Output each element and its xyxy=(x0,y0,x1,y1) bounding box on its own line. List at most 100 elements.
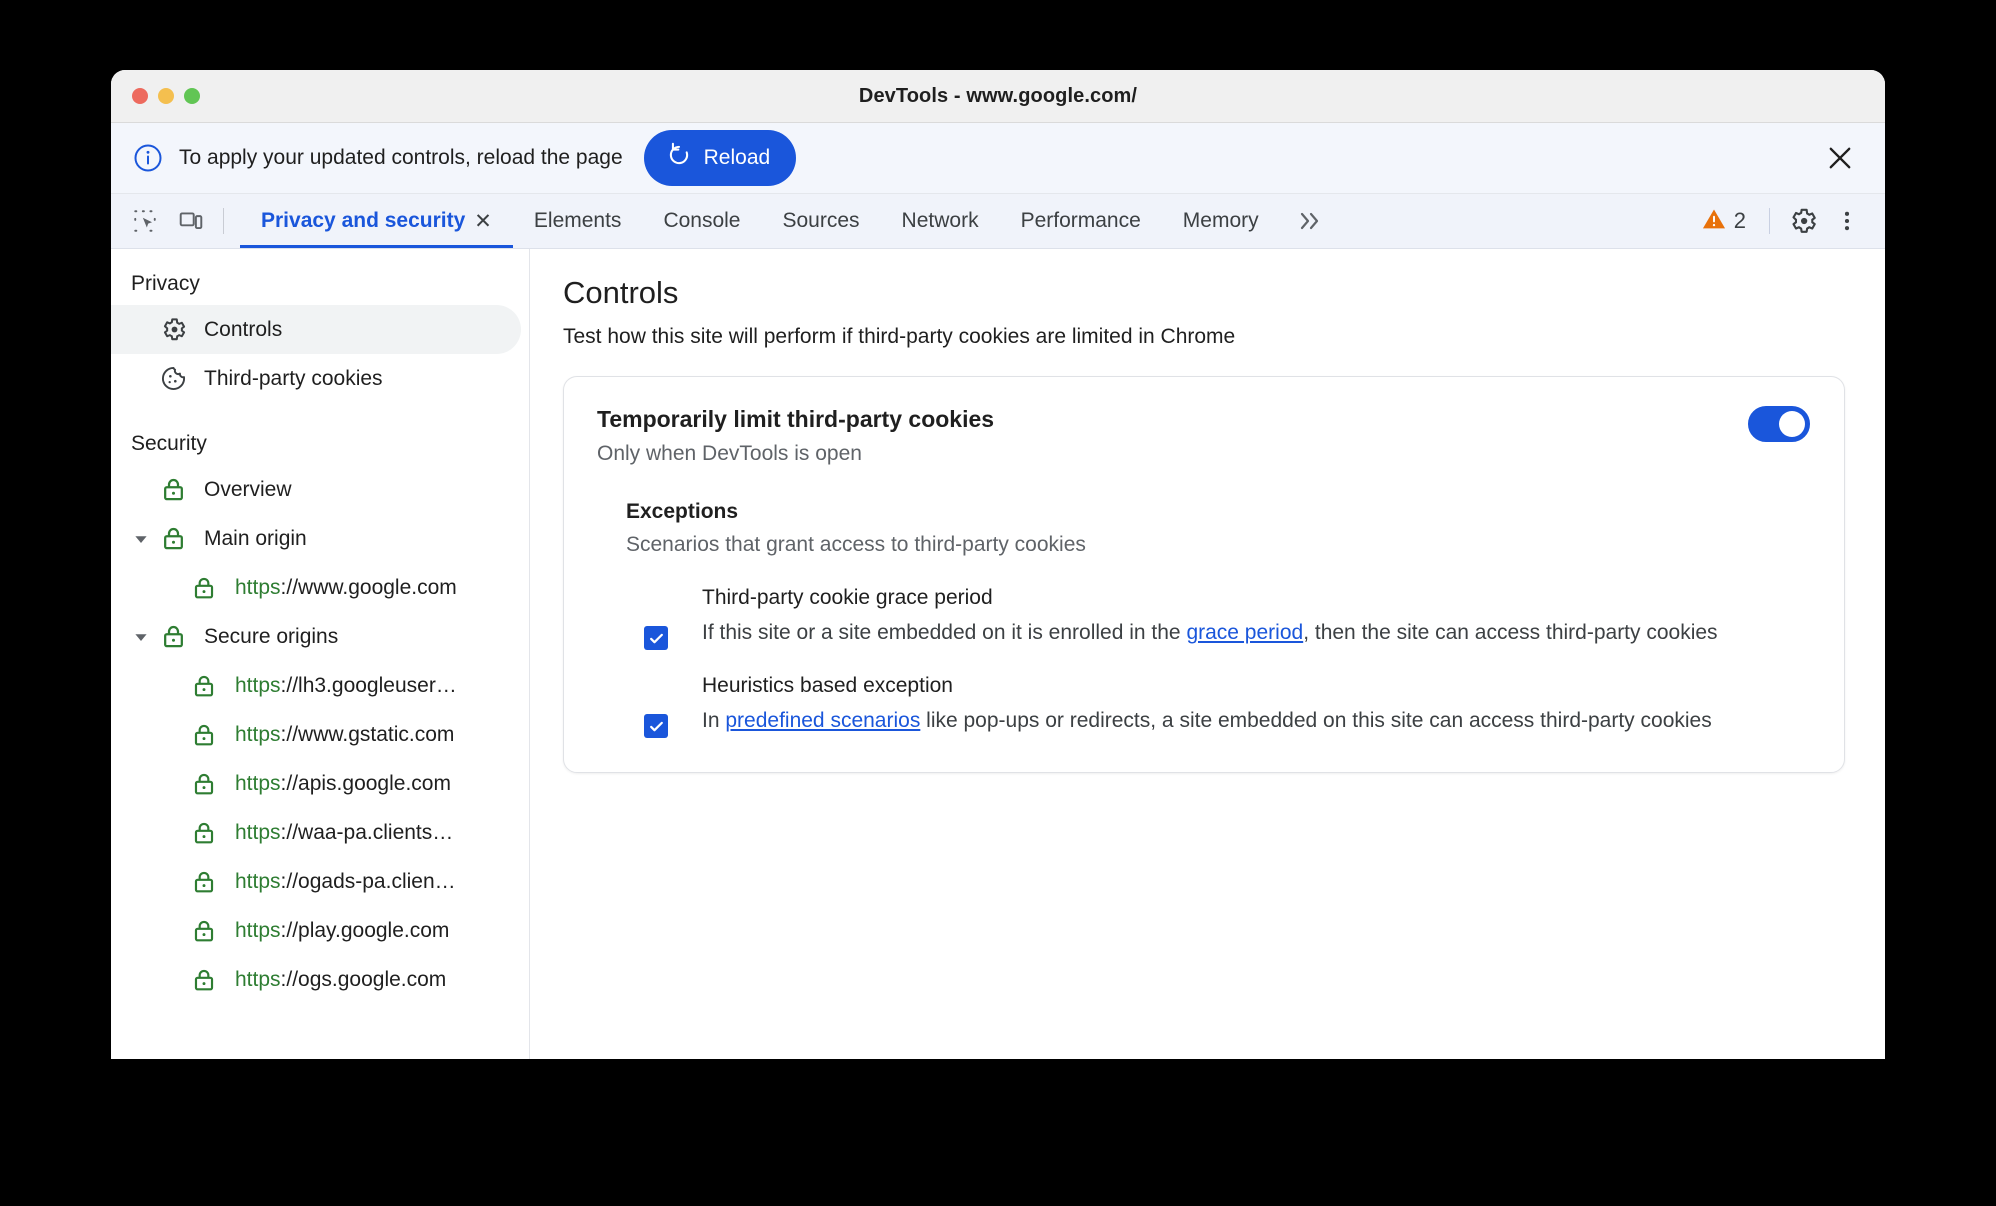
lock-icon xyxy=(158,622,188,652)
tab-label: Elements xyxy=(533,209,622,232)
lock-icon xyxy=(189,769,219,799)
exception-text-before: If this site or a site embedded on it is… xyxy=(702,621,1187,644)
exception-description: If this site or a site embedded on it is… xyxy=(702,619,1810,647)
tab-close-icon[interactable]: ✕ xyxy=(474,211,492,232)
devtools-window: DevTools - www.google.com/ To apply your… xyxy=(111,70,1885,1059)
sidebar-item-origin-www-google-com[interactable]: https://www.google.com xyxy=(111,563,529,612)
more-tabs-icon[interactable] xyxy=(1280,194,1340,248)
sidebar-item-label: Main origin xyxy=(204,526,307,550)
tab-label: Privacy and security xyxy=(261,209,466,232)
chevron-down-icon[interactable] xyxy=(130,626,152,648)
maximize-window-button[interactable] xyxy=(184,88,200,104)
sidebar-section-privacy: Privacy xyxy=(131,272,200,295)
reload-icon xyxy=(666,142,692,174)
exception-body: Heuristics based exception In predefined… xyxy=(702,674,1810,738)
page-title: Controls xyxy=(563,275,679,310)
chevron-down-icon[interactable] xyxy=(130,528,152,550)
tabbar-left-tools xyxy=(111,194,240,248)
tab-privacy-and-security[interactable]: Privacy and security ✕ xyxy=(240,194,513,248)
sidebar-item-main-origin[interactable]: Main origin xyxy=(111,514,529,563)
sidebar-item-secure-origins[interactable]: Secure origins xyxy=(111,612,529,661)
device-toolbar-icon[interactable] xyxy=(171,201,211,241)
sidebar-item-label: https://apis.google.com xyxy=(235,771,451,795)
sidebar-item-label: https://ogs.google.com xyxy=(235,967,447,991)
limit-third-party-cookies-toggle[interactable] xyxy=(1748,406,1810,442)
predefined-scenarios-link[interactable]: predefined scenarios xyxy=(725,709,920,732)
sidebar-item-origin-ogads-pa-clients[interactable]: https://ogads-pa.clien… xyxy=(111,857,529,906)
warning-count-button[interactable]: 2 xyxy=(1691,206,1756,237)
exception-name: Heuristics based exception xyxy=(702,674,953,697)
gear-icon[interactable] xyxy=(1783,201,1823,241)
sidebar-item-label: https://www.gstatic.com xyxy=(235,722,455,746)
sidebar-item-origin-www-gstatic-com[interactable]: https://www.gstatic.com xyxy=(111,710,529,759)
card-title: Temporarily limit third-party cookies xyxy=(597,406,995,432)
tab-performance[interactable]: Performance xyxy=(1000,194,1162,248)
tab-label: Sources xyxy=(782,209,860,232)
sidebar-item-label: Secure origins xyxy=(204,624,339,648)
sidebar-item-origin-ogs-google-com[interactable]: https://ogs.google.com xyxy=(111,955,529,1004)
exceptions-title: Exceptions xyxy=(626,500,739,523)
lock-icon xyxy=(158,524,188,554)
sidebar-item-label: https://ogads-pa.clien… xyxy=(235,869,456,893)
grace-period-link[interactable]: grace period xyxy=(1186,621,1303,644)
sidebar-item-label: https://play.google.com xyxy=(235,918,450,942)
sidebar-item-origin-waa-pa-clients[interactable]: https://waa-pa.clients… xyxy=(111,808,529,857)
tab-console[interactable]: Console xyxy=(642,194,761,248)
sidebar-item-label: https://waa-pa.clients… xyxy=(235,820,454,844)
sidebar-item-controls[interactable]: Controls xyxy=(111,305,521,354)
exception-name: Third-party cookie grace period xyxy=(702,586,993,609)
tab-memory[interactable]: Memory xyxy=(1162,194,1280,248)
tabbar-right-divider xyxy=(1769,208,1770,234)
tab-elements[interactable]: Elements xyxy=(513,194,643,248)
sidebar-item-third-party-cookies[interactable]: Third-party cookies xyxy=(111,354,529,403)
sidebar-section-security: Security xyxy=(131,432,207,455)
tab-network[interactable]: Network xyxy=(881,194,1000,248)
close-icon[interactable] xyxy=(1823,141,1857,175)
lock-icon xyxy=(189,965,219,995)
lock-icon xyxy=(189,720,219,750)
reload-notification-banner: To apply your updated controls, reload t… xyxy=(111,123,1885,194)
exception-text-after: like pop-ups or redirects, a site embedd… xyxy=(920,709,1712,732)
sidebar-item-overview[interactable]: Overview xyxy=(111,465,529,514)
more-vertical-icon[interactable] xyxy=(1827,201,1867,241)
sidebar-item-label: https://lh3.googleuser… xyxy=(235,673,457,697)
exceptions-subtitle: Scenarios that grant access to third-par… xyxy=(626,533,1086,556)
sidebar-item-origin-lh3-googleusercontent[interactable]: https://lh3.googleuser… xyxy=(111,661,529,710)
exception-text-before: In xyxy=(702,709,726,732)
tab-label: Network xyxy=(901,209,979,232)
tab-sources[interactable]: Sources xyxy=(762,194,881,248)
tab-label: Console xyxy=(663,209,741,232)
inspect-element-icon[interactable] xyxy=(125,201,165,241)
sidebar-item-origin-play-google-com[interactable]: https://play.google.com xyxy=(111,906,529,955)
exception-text-after: , then the site can access third-party c… xyxy=(1303,621,1718,644)
exception-grace-period: Third-party cookie grace period If this … xyxy=(626,586,1810,650)
card-header-text: Temporarily limit third-party cookies On… xyxy=(597,406,1748,466)
traffic-lights xyxy=(132,88,200,104)
page-subtitle: Test how this site will perform if third… xyxy=(563,325,1236,348)
reload-button[interactable]: Reload xyxy=(643,130,797,186)
warning-count: 2 xyxy=(1733,208,1746,233)
lock-icon xyxy=(189,867,219,897)
checkbox-column xyxy=(644,586,702,650)
tab-list: Privacy and security ✕ Elements Console … xyxy=(240,194,1340,248)
tabbar-divider xyxy=(223,208,224,234)
sidebar-item-origin-apis-google-com[interactable]: https://apis.google.com xyxy=(111,759,529,808)
banner-message: To apply your updated controls, reload t… xyxy=(179,146,623,169)
exceptions-section: Exceptions Scenarios that grant access t… xyxy=(597,500,1810,738)
close-window-button[interactable] xyxy=(132,88,148,104)
gear-icon xyxy=(158,315,188,345)
reload-button-label: Reload xyxy=(703,146,771,169)
devtools-tabbar: Privacy and security ✕ Elements Console … xyxy=(111,194,1885,249)
devtools-body: Privacy Controls Third-party cookies Sec… xyxy=(111,249,1885,1059)
sidebar-item-label: Controls xyxy=(204,317,283,341)
sidebar-item-label: Overview xyxy=(204,477,292,501)
card-header: Temporarily limit third-party cookies On… xyxy=(597,406,1810,466)
tabbar-right-tools: 2 xyxy=(1691,194,1885,248)
grace-period-checkbox[interactable] xyxy=(644,626,668,650)
sidebar-item-label: Third-party cookies xyxy=(204,366,383,390)
info-icon xyxy=(133,143,163,173)
heuristics-checkbox[interactable] xyxy=(644,714,668,738)
toggle-knob xyxy=(1779,411,1805,437)
minimize-window-button[interactable] xyxy=(158,88,174,104)
window-title: DevTools - www.google.com/ xyxy=(858,84,1138,107)
